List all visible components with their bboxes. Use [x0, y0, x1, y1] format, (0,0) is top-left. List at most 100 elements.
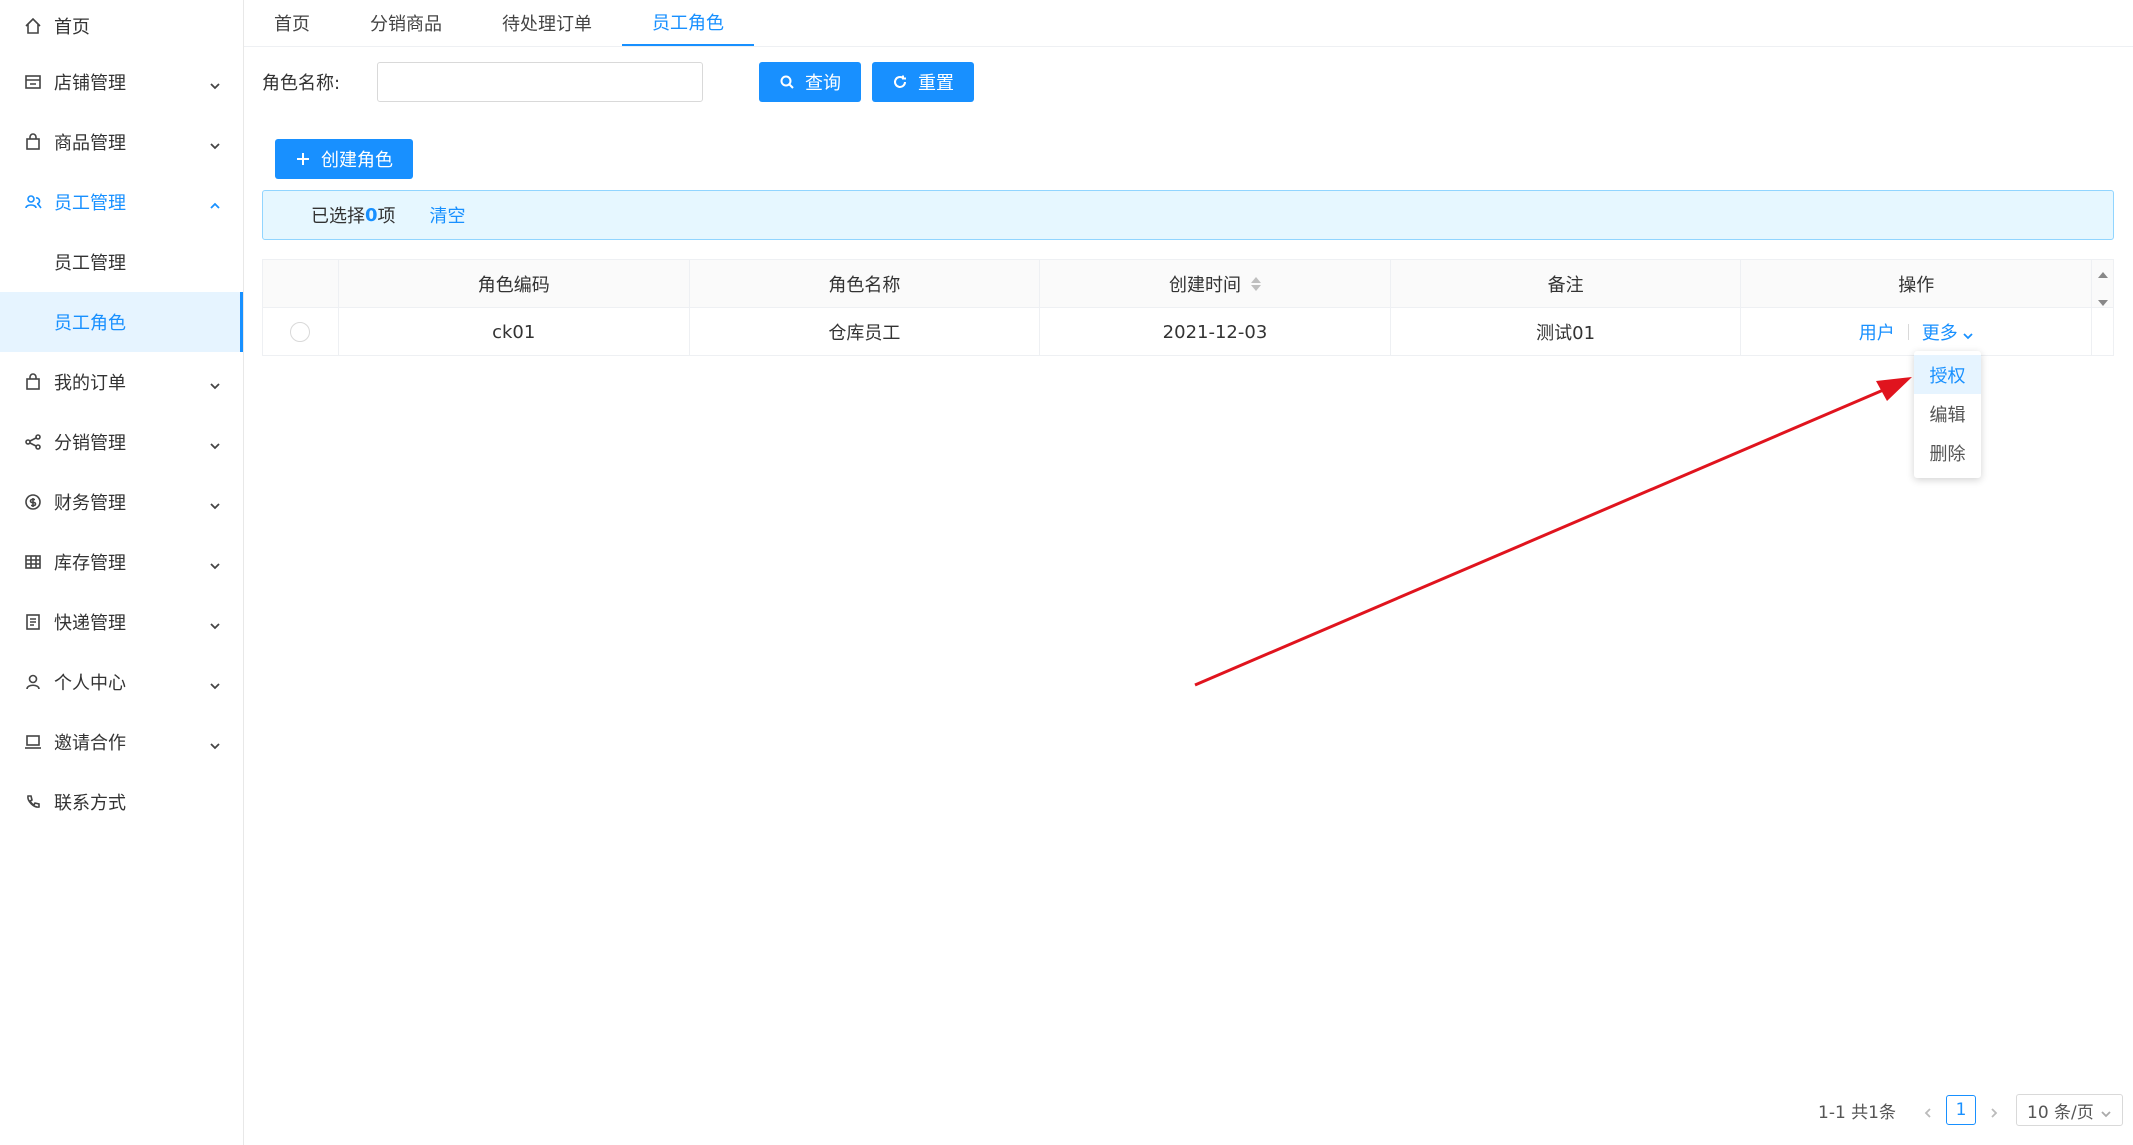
page-number-current[interactable]: 1 [1946, 1095, 1976, 1125]
page-size-select[interactable]: 10 条/页 [2016, 1094, 2123, 1126]
chevron-down-icon [209, 136, 221, 150]
table-row: ck01 仓库员工 2021-12-03 测试01 用户 更多 [263, 272, 2113, 356]
list-icon [24, 613, 42, 631]
cell-remark: 测试01 [1391, 308, 1742, 356]
chevron-down-icon [209, 376, 221, 390]
chevron-down-icon [209, 556, 221, 570]
sidebar-subitem-staff-role[interactable]: 员工角色 [0, 292, 243, 352]
table-scrollbar[interactable] [2092, 272, 2113, 356]
sidebar-item-contact[interactable]: 联系方式 [0, 772, 243, 832]
dropdown-item-edit[interactable]: 编辑 [1914, 394, 1981, 433]
header-role-name: 角色名称 [690, 260, 1041, 307]
sidebar-subitem-staff-manage[interactable]: 员工管理 [0, 232, 243, 292]
pagination: 1-1 共1条 1 10 条/页 [1818, 1094, 2123, 1126]
plus-icon [297, 153, 309, 165]
tab-home[interactable]: 首页 [244, 0, 340, 46]
action-group: 用户 更多 [1859, 319, 1974, 345]
sort-icon[interactable] [1250, 276, 1261, 291]
action-divider [1907, 324, 1909, 340]
sidebar-item-express[interactable]: 快递管理 [0, 592, 243, 652]
sidebar-item-label: 快递管理 [54, 613, 126, 634]
scroll-down-arrow[interactable] [2098, 300, 2109, 306]
sidebar: 首页 店铺管理 商品管理 员工管理 员工管理 员工角色 我的订单 分销管理 财务… [0, 0, 244, 1145]
more-dropdown-menu: 授权 编辑 删除 [1914, 351, 1981, 478]
cell-created-time: 2021-12-03 [1040, 308, 1391, 356]
sidebar-item-goods[interactable]: 商品管理 [0, 112, 243, 172]
scroll-up-arrow[interactable] [2098, 272, 2109, 278]
role-name-label: 角色名称: [262, 73, 341, 94]
header-created-time[interactable]: 创建时间 [1040, 260, 1391, 307]
bag-icon [24, 133, 42, 151]
reset-button[interactable]: 重置 [872, 62, 974, 102]
cell-role-name: 仓库员工 [690, 308, 1041, 356]
sidebar-item-label: 财务管理 [54, 493, 126, 514]
chevron-down-icon [209, 76, 221, 90]
sidebar-item-profile[interactable]: 个人中心 [0, 652, 243, 712]
chevron-left-icon[interactable] [1922, 1104, 1934, 1118]
sidebar-item-orders[interactable]: 我的订单 [0, 352, 243, 412]
cell-role-code: ck01 [339, 308, 690, 356]
chevron-down-icon [209, 736, 221, 750]
sidebar-item-finance[interactable]: 财务管理 [0, 472, 243, 532]
sidebar-item-invite[interactable]: 邀请合作 [0, 712, 243, 772]
chevron-down-icon [209, 676, 221, 690]
sidebar-subitem-label: 员工管理 [54, 253, 126, 274]
sidebar-item-label: 分销管理 [54, 433, 126, 454]
selection-suffix: 项 [377, 206, 396, 227]
sidebar-item-label: 首页 [54, 17, 90, 38]
role-table: 角色编码 角色名称 创建时间 备注 操作 ck01 仓库员工 2021-12-0… [262, 259, 2114, 356]
search-button-label: 查询 [805, 73, 841, 94]
page-size-value: 10 条/页 [2027, 1102, 2094, 1123]
header-select [263, 260, 339, 307]
user-icon [24, 673, 42, 691]
sidebar-item-inventory[interactable]: 库存管理 [0, 532, 243, 592]
dropdown-item-delete[interactable]: 删除 [1914, 433, 1981, 472]
chevron-down-icon [209, 436, 221, 450]
role-name-input[interactable] [377, 62, 703, 102]
header-role-code: 角色编码 [339, 260, 690, 307]
more-link[interactable]: 更多 [1922, 319, 1958, 345]
sidebar-item-home[interactable]: 首页 [0, 0, 243, 52]
phone-icon [24, 793, 42, 811]
sidebar-item-staff[interactable]: 员工管理 [0, 172, 243, 232]
chevron-down-icon [2100, 1105, 2112, 1118]
staff-icon [24, 193, 42, 211]
sidebar-item-label: 我的订单 [54, 373, 126, 394]
clear-selection-link[interactable]: 清空 [430, 202, 466, 228]
chevron-up-icon [209, 196, 221, 209]
row-radio[interactable] [290, 322, 311, 342]
sidebar-item-label: 邀请合作 [54, 733, 126, 754]
sidebar-item-distribution[interactable]: 分销管理 [0, 412, 243, 472]
chevron-down-icon [209, 496, 221, 510]
users-link[interactable]: 用户 [1859, 319, 1895, 345]
reset-button-label: 重置 [918, 73, 954, 94]
table-header: 角色编码 角色名称 创建时间 备注 操作 [263, 260, 2113, 308]
dropdown-item-authorize[interactable]: 授权 [1914, 355, 1981, 394]
chevron-right-icon[interactable] [1988, 1104, 2000, 1118]
search-form: 角色名称: [262, 62, 703, 102]
row-select-cell [263, 308, 339, 356]
pagination-total: 1-1 共1条 [1818, 1102, 1896, 1123]
selection-prefix: 已选择 [311, 206, 365, 227]
sidebar-item-label: 个人中心 [54, 673, 126, 694]
chevron-down-icon[interactable] [1962, 326, 1974, 340]
tab-distribution-goods[interactable]: 分销商品 [340, 0, 472, 46]
laptop-icon [24, 733, 42, 751]
dollar-icon [24, 493, 42, 511]
tab-pending-orders[interactable]: 待处理订单 [472, 0, 622, 46]
chevron-down-icon [209, 616, 221, 630]
sidebar-item-label: 联系方式 [54, 793, 126, 814]
header-created-time-label: 创建时间 [1168, 274, 1241, 296]
create-role-label: 创建角色 [321, 150, 393, 171]
home-icon [24, 17, 42, 35]
tab-staff-role[interactable]: 员工角色 [622, 0, 754, 46]
sidebar-subitem-label: 员工角色 [54, 313, 126, 334]
create-role-button[interactable]: 创建角色 [275, 139, 413, 179]
tab-list: 首页 分销商品 待处理订单 员工角色 [244, 0, 754, 46]
sidebar-item-label: 店铺管理 [54, 73, 126, 94]
sidebar-item-store[interactable]: 店铺管理 [0, 52, 243, 112]
store-icon [24, 73, 42, 91]
sidebar-item-label: 员工管理 [54, 193, 126, 214]
search-button[interactable]: 查询 [759, 62, 861, 102]
selection-count: 0 [365, 204, 378, 226]
